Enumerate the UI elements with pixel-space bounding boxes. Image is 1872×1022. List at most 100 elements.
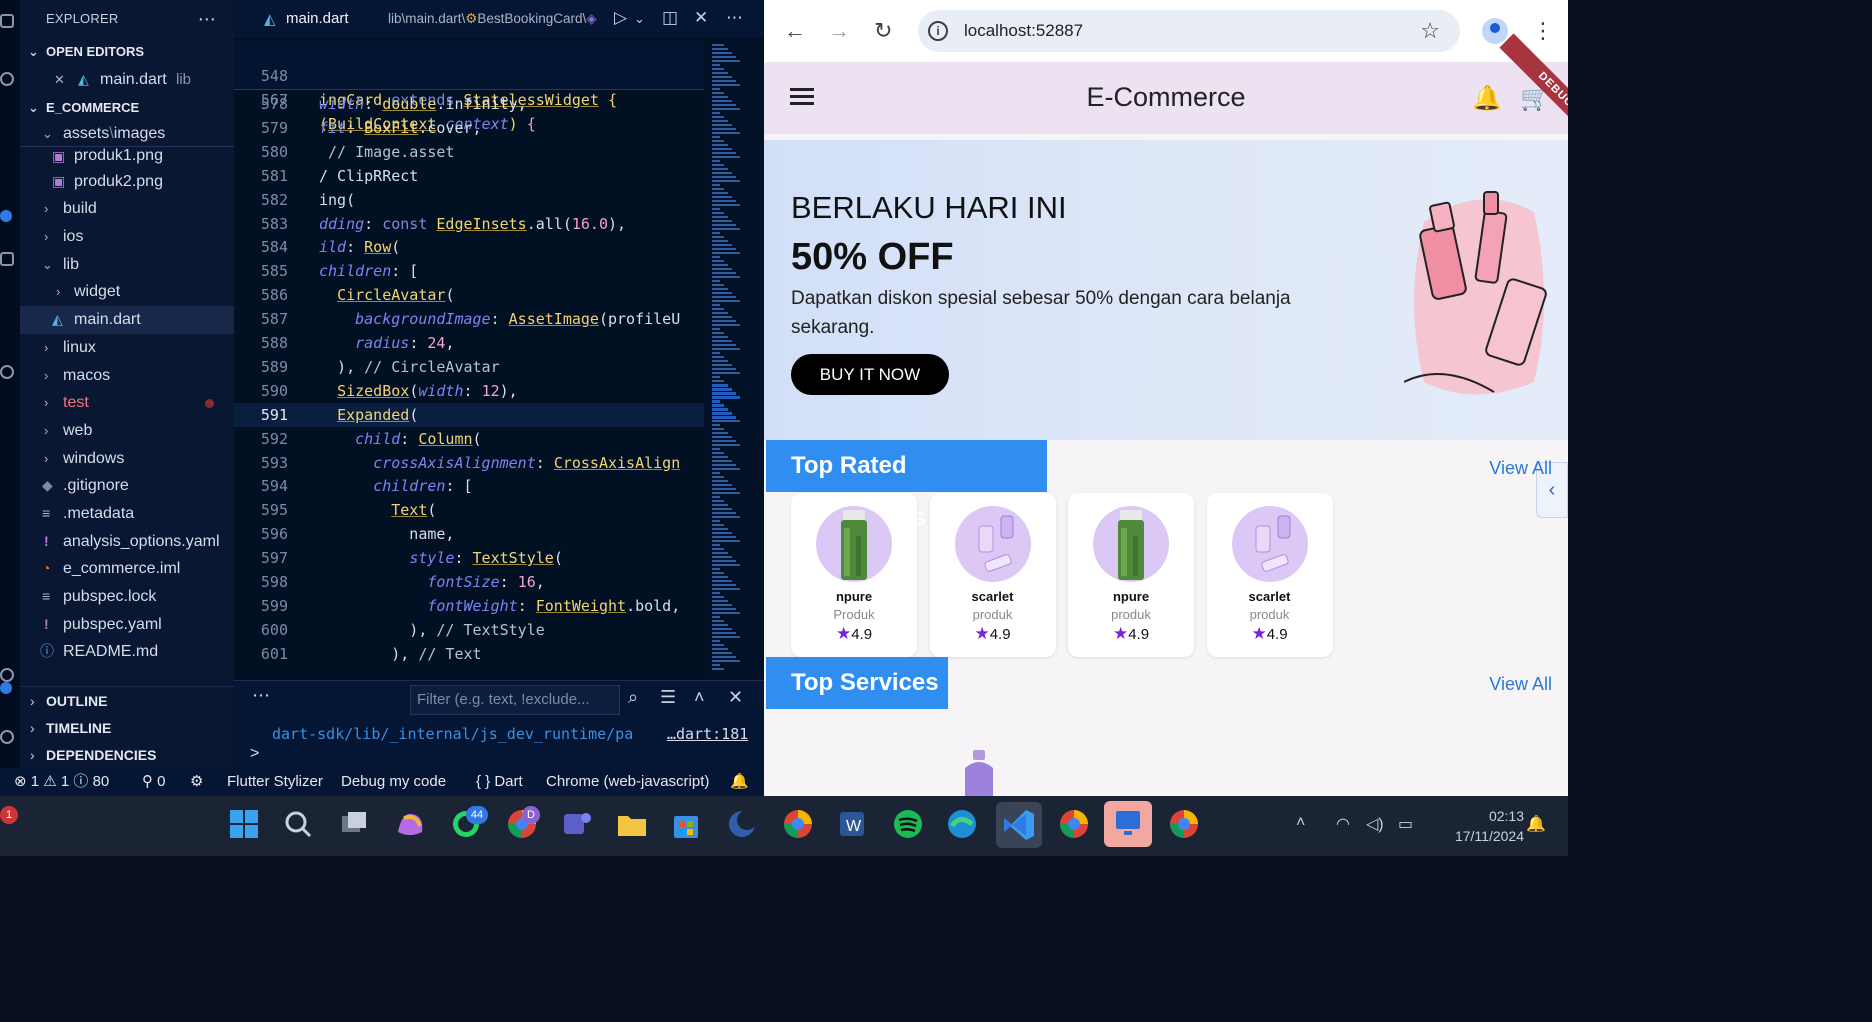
chrome-icon-2[interactable]: [1054, 804, 1094, 844]
flutter-stylizer-status[interactable]: Flutter Stylizer: [227, 768, 323, 796]
code-line[interactable]: 601 ), // Text: [234, 642, 710, 666]
site-info-icon[interactable]: i: [928, 21, 948, 41]
remote-desktop-icon[interactable]: [1104, 801, 1152, 847]
code-editor[interactable]: ◭ main.dart lib\main.dart\⚙BestBookingCa…: [234, 0, 764, 680]
chevron-up-icon[interactable]: ˄: [694, 687, 705, 708]
code-line[interactable]: 596 name,: [234, 522, 710, 546]
timeline-section[interactable]: › TIMELINE: [20, 714, 234, 742]
notification-bell-icon[interactable]: 🔔: [1526, 814, 1546, 834]
search-icon[interactable]: [0, 72, 14, 86]
dependencies-section[interactable]: › DEPENDENCIES: [20, 741, 234, 769]
reload-icon[interactable]: ↻: [874, 18, 892, 44]
split-editor-icon[interactable]: ◫: [662, 8, 678, 28]
run-icon[interactable]: ▷: [614, 8, 627, 28]
volume-icon[interactable]: ◁): [1366, 814, 1384, 834]
system-clock[interactable]: 02:13 17/11/2024: [1434, 806, 1524, 846]
device-status[interactable]: Chrome (web-javascript): [546, 768, 709, 796]
code-line[interactable]: 584 ild: Row(: [234, 235, 710, 259]
gear-icon[interactable]: [0, 730, 14, 744]
view-all-freelancers-link[interactable]: View All: [1489, 458, 1552, 479]
app-icon-moon[interactable]: [722, 804, 762, 844]
tree-file-pubspec-lock[interactable]: ≡ pubspec.lock: [20, 583, 234, 611]
tree-file-main-dart[interactable]: ◭ main.dart: [20, 306, 234, 334]
close-icon[interactable]: ✕: [54, 66, 65, 94]
code-line[interactable]: 592 child: Column(: [234, 427, 710, 451]
console-prompt[interactable]: >: [250, 745, 259, 763]
tree-folder-build[interactable]: › build: [20, 195, 234, 223]
code-line[interactable]: 593 crossAxisAlignment: CrossAxisAlign: [234, 451, 710, 475]
more-actions-icon[interactable]: ⋯: [198, 0, 216, 38]
open-editors-section[interactable]: ⌄ OPEN EDITORS: [20, 38, 234, 66]
url-text[interactable]: localhost:52887: [964, 21, 1083, 41]
code-line[interactable]: 579 fit: BoxFit.cover,: [234, 116, 710, 140]
tree-file-analysis-options[interactable]: ! analysis_options.yaml: [20, 528, 234, 556]
edge-icon[interactable]: [942, 804, 982, 844]
battery-icon[interactable]: ▭: [1398, 814, 1413, 834]
tree-file-gitignore[interactable]: ◆ .gitignore: [20, 472, 234, 500]
code-line[interactable]: 598 fontSize: 16,: [234, 570, 710, 594]
chrome-icon[interactable]: [778, 804, 818, 844]
code-line[interactable]: 589 ), // CircleAvatar: [234, 355, 710, 379]
code-line[interactable]: 580 // Image.asset: [234, 140, 710, 164]
tree-file-produk1[interactable]: ▣ produk1.png: [20, 145, 234, 168]
code-line[interactable]: 595 Text(: [234, 498, 710, 522]
code-line[interactable]: 583 dding: const EdgeInsets.all(16.0),: [234, 212, 710, 236]
outline-section[interactable]: › OUTLINE: [20, 686, 234, 714]
code-line[interactable]: 586 CircleAvatar(: [234, 283, 710, 307]
code-line[interactable]: 585 children: [: [234, 259, 710, 283]
tree-folder-ios[interactable]: › ios: [20, 223, 234, 251]
start-button-icon[interactable]: [224, 804, 264, 844]
code-line[interactable]: 600 ), // TextStyle: [234, 618, 710, 642]
bell-icon[interactable]: 🔔: [1472, 84, 1502, 113]
view-all-services-link[interactable]: View All: [1489, 674, 1552, 695]
copilot-icon[interactable]: [390, 804, 430, 844]
more-actions-icon[interactable]: ⋯: [726, 8, 743, 28]
tree-folder-web[interactable]: › web: [20, 417, 234, 445]
search-icon[interactable]: ⌕: [628, 687, 638, 708]
code-line[interactable]: 597 style: TextStyle(: [234, 546, 710, 570]
more-actions-icon[interactable]: ⋯: [252, 685, 270, 706]
run-debug-icon[interactable]: [0, 252, 14, 266]
files-icon[interactable]: [0, 14, 14, 28]
tree-file-produk2[interactable]: ▣ produk2.png: [20, 168, 234, 196]
code-line[interactable]: 588 radius: 24,: [234, 331, 710, 355]
clear-console-icon[interactable]: ☰: [660, 687, 676, 708]
spotify-icon[interactable]: [888, 804, 928, 844]
code-line[interactable]: 581 / ClipRRect: [234, 164, 710, 188]
file-explorer-icon[interactable]: [612, 804, 652, 844]
extensions-icon[interactable]: [0, 365, 14, 379]
address-bar[interactable]: i localhost:52887 ☆: [918, 10, 1460, 52]
vscode-taskbar-icon[interactable]: [996, 802, 1042, 848]
bookmark-star-icon[interactable]: ☆: [1420, 18, 1440, 44]
store-icon[interactable]: [666, 804, 706, 844]
code-line[interactable]: 599 fontWeight: FontWeight.bold,: [234, 594, 710, 618]
console-output-path[interactable]: dart-sdk/lib/_internal/js_dev_runtime/pa: [272, 725, 633, 743]
code-line[interactable]: 594 children: [: [234, 474, 710, 498]
chevron-up-icon[interactable]: ˄: [1296, 814, 1305, 832]
tree-folder-macos[interactable]: › macos: [20, 362, 234, 390]
search-icon[interactable]: [278, 804, 318, 844]
project-section[interactable]: ⌄ E_COMMERCE: [20, 94, 234, 122]
code-line[interactable]: 582 ing(: [234, 188, 710, 212]
tree-folder-windows[interactable]: › windows: [20, 445, 234, 473]
close-panel-icon[interactable]: ✕: [728, 687, 743, 708]
ports-status[interactable]: ⚲ 0: [142, 768, 166, 796]
word-icon[interactable]: W: [832, 804, 872, 844]
tree-file-metadata[interactable]: ≡ .metadata: [20, 500, 234, 528]
console-filter-input[interactable]: Filter (e.g. text, !exclude...: [410, 685, 620, 715]
debug-icon[interactable]: ⚙: [190, 768, 203, 796]
code-line[interactable]: 591 Expanded(: [234, 402, 710, 427]
code-line[interactable]: 590 SizedBox(width: 12),: [234, 379, 710, 403]
breadcrumb[interactable]: lib\main.dart\⚙BestBookingCard\◈: [388, 11, 597, 27]
freelancer-card[interactable]: npure Produk ★4.9: [791, 493, 917, 657]
account-icon[interactable]: [0, 668, 14, 682]
task-view-icon[interactable]: [334, 804, 374, 844]
tree-file-iml[interactable]: ◔ e_commerce.iml: [20, 555, 234, 583]
forward-icon[interactable]: →: [828, 18, 850, 44]
console-output-ref[interactable]: …dart:181: [667, 725, 748, 743]
freelancer-card[interactable]: npure produk ★4.9: [1068, 493, 1194, 657]
freelancer-card[interactable]: scarlet produk ★4.9: [1206, 493, 1333, 657]
tree-file-readme[interactable]: ⓘ README.md: [20, 638, 234, 666]
problems-status[interactable]: ⊗ 1 ⚠ 1 ⓘ 80: [14, 768, 109, 796]
wifi-icon[interactable]: ◠: [1336, 814, 1350, 834]
